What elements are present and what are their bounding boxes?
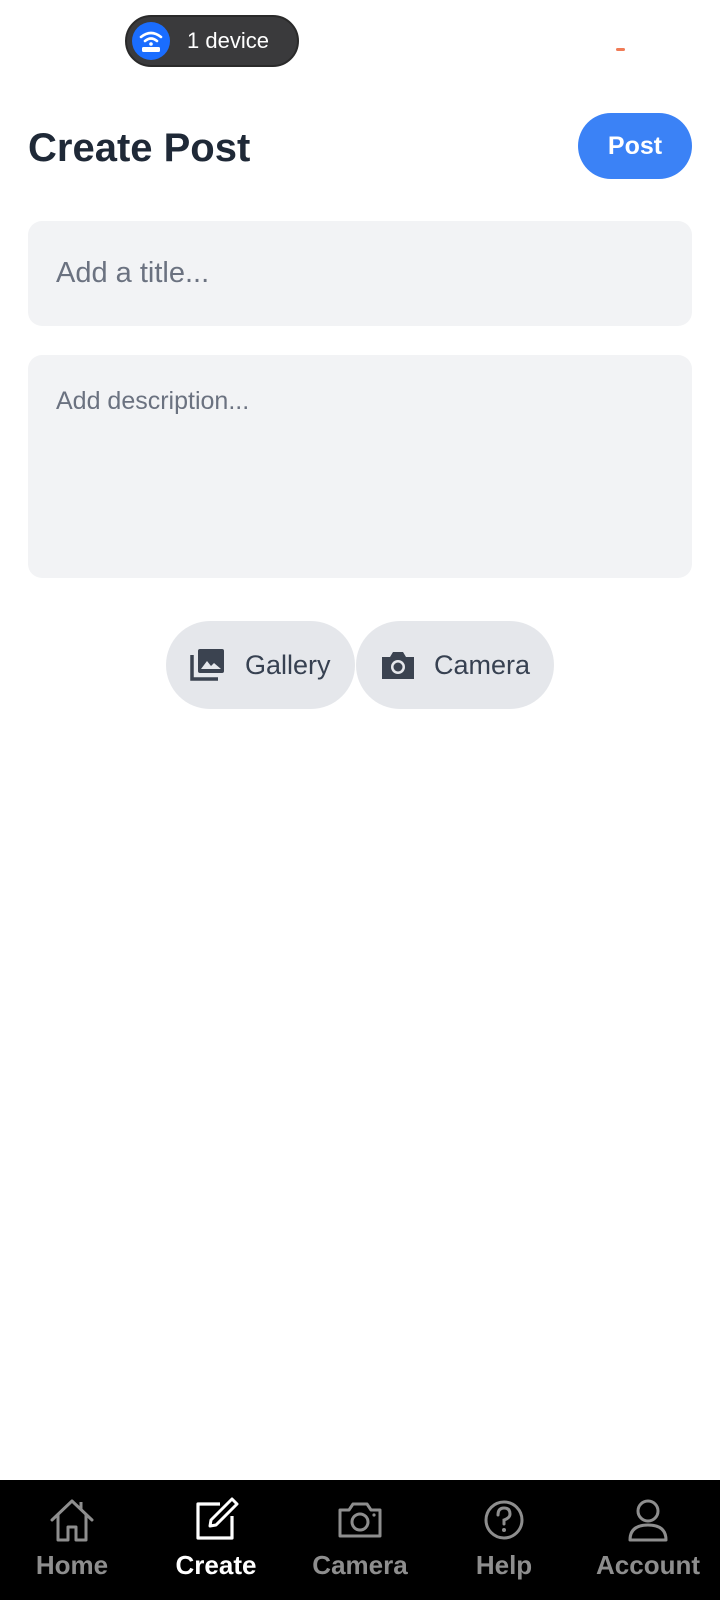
nav-item-help[interactable]: Help <box>432 1480 576 1600</box>
status-indicator <box>616 48 625 51</box>
nav-item-home[interactable]: Home <box>0 1480 144 1600</box>
gallery-icon <box>188 645 228 685</box>
title-input[interactable] <box>28 221 692 326</box>
nav-label-camera: Camera <box>312 1550 408 1580</box>
nav-item-account[interactable]: Account <box>576 1480 720 1600</box>
nav-label-home: Home <box>35 1550 109 1580</box>
bottom-nav: Home Create Camera Help Account <box>0 1480 720 1600</box>
device-pill-label: 1 device <box>187 28 269 53</box>
wifi-router-icon <box>132 22 170 60</box>
status-bar: 1 device <box>0 0 720 84</box>
home-icon <box>46 1494 98 1546</box>
nav-label-account: Account <box>596 1550 700 1580</box>
device-pill[interactable]: 1 device <box>125 15 299 67</box>
nav-item-camera[interactable]: Camera <box>288 1480 432 1600</box>
post-button[interactable]: Post <box>578 113 692 179</box>
camera-icon <box>378 645 418 685</box>
description-input[interactable] <box>28 355 692 578</box>
media-buttons: Gallery Camera <box>0 621 720 709</box>
camera-button[interactable]: Camera <box>356 621 554 709</box>
gallery-label: Gallery <box>245 650 331 680</box>
account-icon <box>622 1494 674 1546</box>
page-title: Create Post <box>28 126 251 170</box>
help-icon <box>478 1494 530 1546</box>
camera-label: Camera <box>434 650 531 680</box>
camera-icon <box>334 1494 386 1546</box>
gallery-button[interactable]: Gallery <box>166 621 355 709</box>
nav-item-create[interactable]: Create <box>144 1480 288 1600</box>
nav-label-create: Create <box>175 1550 257 1580</box>
nav-label-help: Help <box>475 1550 533 1580</box>
edit-icon <box>190 1494 242 1546</box>
